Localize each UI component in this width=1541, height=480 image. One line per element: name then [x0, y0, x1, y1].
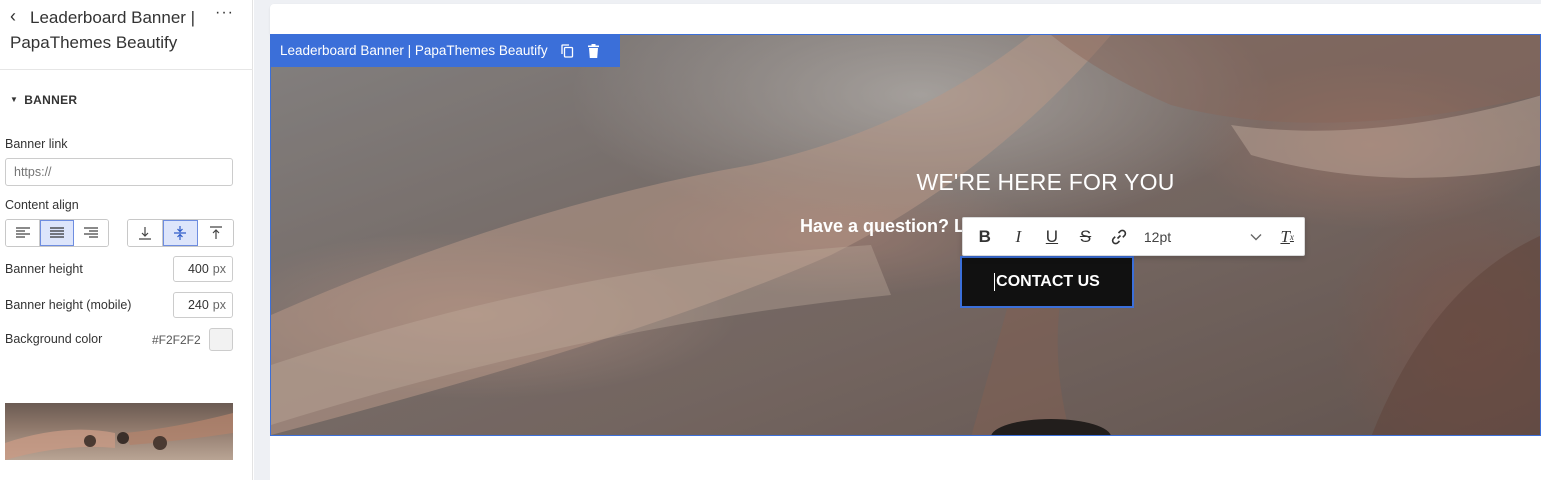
background-color-swatch[interactable] [209, 328, 233, 351]
canvas-area: WE'RE HERE FOR YOU Have a question? Le L… [254, 0, 1541, 480]
align-right-icon [84, 227, 98, 238]
banner-height-label: Banner height [5, 262, 83, 276]
background-color-label: Background color [5, 332, 103, 346]
banner-height-value: 400 [187, 262, 209, 276]
banner-height-mobile-input[interactable]: 240 px [173, 292, 233, 318]
align-left-button[interactable] [6, 220, 40, 246]
sidebar: ‹ Leaderboard Banner | PapaThemes Beauti… [0, 0, 253, 480]
canvas-top-section [270, 4, 1541, 34]
caret-down-icon: ▼ [10, 95, 19, 104]
canvas-bottom-section [270, 436, 1541, 480]
banner-height-unit: px [212, 262, 226, 276]
banner-height-mobile-unit: px [212, 298, 226, 312]
contact-us-label: CONTACT US [996, 273, 1100, 290]
banner-heading[interactable]: WE'RE HERE FOR YOU [271, 169, 1540, 196]
align-left-icon [15, 227, 30, 238]
bold-icon[interactable]: B [968, 220, 1002, 254]
banner-link-label: Banner link [5, 137, 68, 151]
banner-tag-label: Leaderboard Banner | PapaThemes Beautify [280, 43, 548, 58]
underline-icon[interactable]: U [1035, 220, 1069, 254]
align-middle-button[interactable] [163, 220, 198, 246]
page-title: Leaderboard Banner | PapaThemes Beautify [10, 8, 196, 52]
align-center-button[interactable] [40, 220, 74, 246]
align-middle-icon [174, 226, 186, 240]
rich-text-toolbar: B I U S 12pt Tx [962, 217, 1305, 256]
horizontal-align-group [5, 219, 109, 247]
font-size-select[interactable]: 12pt [1144, 229, 1263, 245]
align-top-button[interactable] [198, 220, 233, 246]
align-top-icon [209, 226, 222, 239]
section-title: BANNER [24, 93, 78, 107]
font-size-value: 12pt [1143, 228, 1172, 245]
align-center-icon [49, 227, 64, 238]
banner-link-input[interactable] [5, 158, 233, 186]
background-color-value: #F2F2F2 [152, 333, 201, 347]
banner-height-mobile-value: 240 [187, 298, 209, 312]
strikethrough-icon[interactable]: S [1069, 220, 1103, 254]
more-options-icon[interactable]: ··· [215, 4, 234, 22]
align-bottom-icon [139, 227, 151, 240]
clear-formatting-icon[interactable]: Tx [1270, 220, 1304, 254]
contact-us-button[interactable]: CONTACT US [960, 256, 1134, 308]
banner-height-input[interactable]: 400 px [173, 256, 233, 282]
banner-section-tag: Leaderboard Banner | PapaThemes Beautify [270, 34, 620, 67]
text-caret [994, 273, 996, 291]
italic-icon[interactable]: I [1002, 220, 1036, 254]
vertical-align-group [127, 219, 234, 247]
chevron-down-icon [1250, 233, 1262, 240]
align-bottom-button[interactable] [128, 220, 163, 246]
link-icon[interactable] [1102, 220, 1136, 254]
banner-subheading[interactable]: Have a question? Le [800, 216, 975, 237]
trash-icon[interactable] [586, 43, 602, 59]
hands-thumbnail-icon [5, 413, 233, 460]
banner-height-mobile-label: Banner height (mobile) [5, 298, 132, 312]
align-right-button[interactable] [74, 220, 108, 246]
sidebar-header: ‹ Leaderboard Banner | PapaThemes Beauti… [0, 0, 253, 70]
leaderboard-banner[interactable]: WE'RE HERE FOR YOU Have a question? Le [270, 34, 1541, 436]
content-align-label: Content align [5, 198, 79, 212]
duplicate-icon[interactable] [560, 43, 576, 59]
banner-image-thumbnail[interactable] [5, 403, 233, 460]
section-banner-toggle[interactable]: ▼ BANNER [10, 93, 77, 107]
